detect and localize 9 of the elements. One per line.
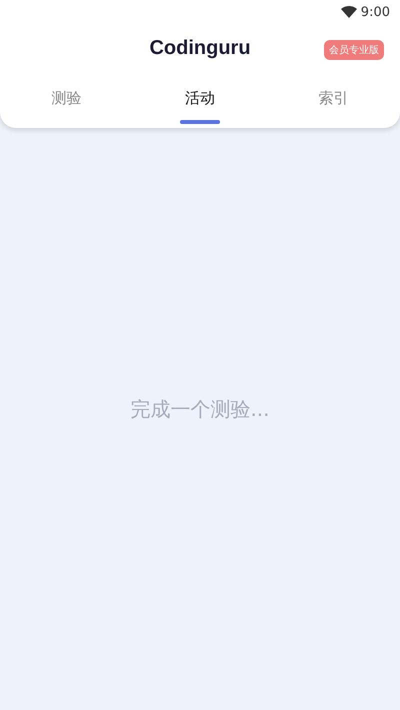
app-title: Codinguru [149,36,251,60]
pro-badge[interactable]: 会员专业版 [324,40,384,60]
empty-message: 完成一个测验... [130,396,270,422]
tab[interactable]: 活动 [133,72,267,128]
status-time: 9:00 [360,4,390,20]
active-tab-indicator [180,120,220,124]
wifi-icon [340,5,357,19]
tab[interactable]: 测验 [0,72,134,128]
tab[interactable]: 索引 [266,72,400,128]
